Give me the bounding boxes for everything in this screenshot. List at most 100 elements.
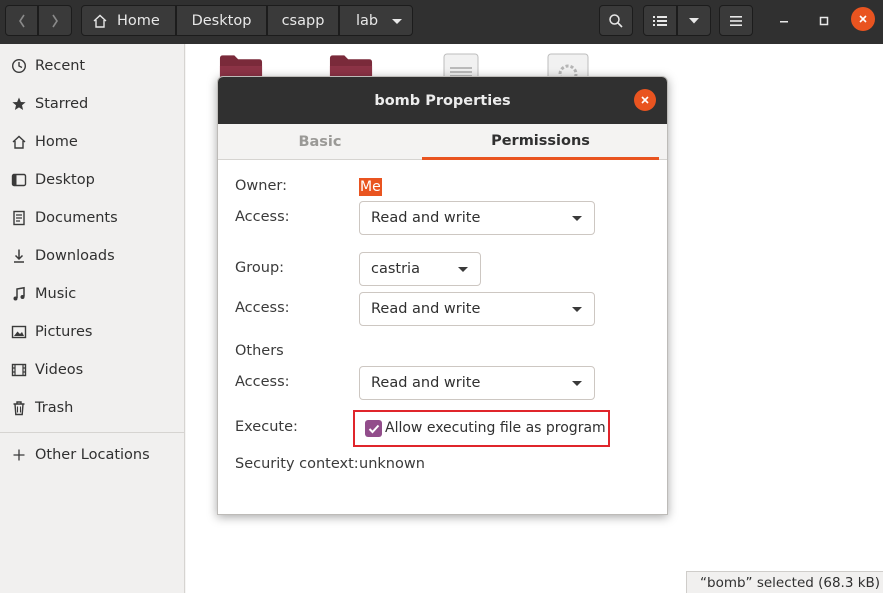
tab-label: Basic — [298, 134, 342, 150]
sidebar-item-label: Starred — [35, 96, 89, 112]
close-icon — [859, 15, 867, 23]
group-access-select[interactable]: Read and write — [359, 292, 595, 326]
header-bar: Home Desktop csapp lab — [0, 0, 883, 44]
sidebar-item-pictures[interactable]: Pictures — [0, 316, 185, 348]
minimize-button[interactable] — [771, 8, 797, 34]
minimize-icon — [780, 21, 788, 23]
tab-permissions[interactable]: Permissions — [422, 124, 659, 160]
sidebar-item-downloads[interactable]: Downloads — [0, 240, 185, 272]
video-icon — [11, 362, 27, 378]
owner-access-value: Read and write — [371, 210, 481, 226]
sidebar-item-label: Desktop — [35, 172, 95, 188]
sidebar-item-documents[interactable]: Documents — [0, 202, 185, 234]
plus-icon — [11, 447, 27, 463]
group-select[interactable]: castria — [359, 252, 481, 286]
back-button[interactable] — [5, 5, 38, 36]
breadcrumb-label: lab — [356, 12, 379, 29]
owner-value: Me — [359, 178, 382, 196]
execute-label: Execute: — [235, 419, 298, 435]
owner-access-select[interactable]: Read and write — [359, 201, 595, 235]
others-label: Others — [235, 343, 284, 359]
document-icon — [11, 210, 27, 226]
chevron-down-icon — [392, 19, 402, 24]
dialog-titlebar: bomb Properties — [218, 77, 667, 124]
maximize-icon — [819, 16, 829, 26]
chevron-left-icon — [18, 14, 25, 27]
sidebar-item-label: Home — [35, 134, 78, 150]
breadcrumb-label: csapp — [281, 12, 325, 29]
chevron-down-icon — [458, 267, 468, 272]
list-view-icon — [653, 15, 667, 26]
breadcrumb-home[interactable]: Home — [81, 5, 176, 36]
chevron-right-icon — [52, 14, 58, 27]
picture-icon — [11, 324, 27, 340]
sidebar: Recent Starred Home Desktop Documents Do… — [0, 44, 185, 593]
sidebar-item-label: Videos — [35, 362, 84, 378]
desktop-icon — [11, 172, 27, 188]
group-label: Group: — [235, 260, 285, 276]
breadcrumb-desktop[interactable]: Desktop — [176, 5, 267, 36]
sidebar-item-videos[interactable]: Videos — [0, 354, 185, 386]
trash-icon — [11, 400, 27, 416]
allow-execute-checkbox[interactable] — [365, 420, 382, 437]
security-context-label: Security context: — [235, 456, 359, 472]
menu-button[interactable] — [719, 5, 753, 36]
chevron-down-icon — [572, 381, 582, 386]
group-value: castria — [371, 261, 420, 277]
tab-basic[interactable]: Basic — [218, 124, 422, 160]
security-context-value: unknown — [359, 456, 425, 472]
view-options-button[interactable] — [677, 5, 711, 36]
owner-label: Owner: — [235, 178, 287, 194]
sidebar-item-home[interactable]: Home — [0, 126, 185, 158]
home-icon — [92, 13, 108, 29]
breadcrumb-label: Desktop — [191, 12, 252, 29]
breadcrumb-label: Home — [117, 12, 160, 29]
execute-highlight-box: Allow executing file as program — [353, 410, 610, 447]
chevron-down-icon — [572, 216, 582, 221]
breadcrumb-csapp[interactable]: csapp — [267, 5, 339, 36]
sidebar-item-label: Recent — [35, 58, 86, 74]
dialog-close-button[interactable] — [634, 89, 656, 111]
sidebar-item-other-locations[interactable]: Other Locations — [0, 439, 185, 471]
hamburger-menu-icon — [730, 15, 742, 26]
search-icon — [609, 13, 623, 28]
others-access-value: Read and write — [371, 375, 481, 391]
music-icon — [11, 286, 27, 302]
sidebar-item-label: Documents — [35, 210, 118, 226]
sidebar-item-label: Trash — [35, 400, 74, 416]
home-icon — [11, 134, 27, 150]
owner-access-label: Access: — [235, 209, 290, 225]
chevron-down-icon — [572, 307, 582, 312]
checkmark-icon — [368, 424, 379, 433]
sidebar-item-label: Pictures — [35, 324, 93, 340]
dialog-tabs: Basic Permissions — [218, 124, 667, 160]
star-icon — [11, 96, 27, 112]
sidebar-item-music[interactable]: Music — [0, 278, 185, 310]
sidebar-item-label: Downloads — [35, 248, 115, 264]
tab-label: Permissions — [491, 132, 590, 149]
others-access-select[interactable]: Read and write — [359, 366, 595, 400]
sidebar-divider — [0, 432, 185, 433]
status-text: “bomb” selected (68.3 kB) — [700, 574, 881, 591]
status-bar: “bomb” selected (68.3 kB) — [686, 571, 883, 593]
maximize-button[interactable] — [811, 8, 837, 34]
breadcrumb-lab[interactable]: lab — [339, 5, 413, 36]
sidebar-item-trash[interactable]: Trash — [0, 392, 185, 424]
sidebar-item-recent[interactable]: Recent — [0, 50, 185, 82]
chevron-down-icon — [689, 17, 699, 23]
properties-dialog: bomb Properties Basic Permissions Owner:… — [217, 76, 668, 515]
download-icon — [11, 248, 27, 264]
others-access-label: Access: — [235, 374, 290, 390]
sidebar-item-label: Music — [35, 286, 77, 302]
sidebar-item-label: Other Locations — [35, 447, 150, 463]
close-window-button[interactable] — [851, 7, 875, 31]
clock-icon — [11, 58, 27, 74]
sidebar-item-desktop[interactable]: Desktop — [0, 164, 185, 196]
forward-button[interactable] — [38, 5, 72, 36]
sidebar-item-starred[interactable]: Starred — [0, 88, 185, 120]
dialog-title: bomb Properties — [374, 92, 511, 109]
view-toggle-button[interactable] — [643, 5, 677, 36]
search-button[interactable] — [599, 5, 633, 36]
group-access-label: Access: — [235, 300, 290, 316]
allow-execute-label[interactable]: Allow executing file as program — [385, 420, 606, 436]
